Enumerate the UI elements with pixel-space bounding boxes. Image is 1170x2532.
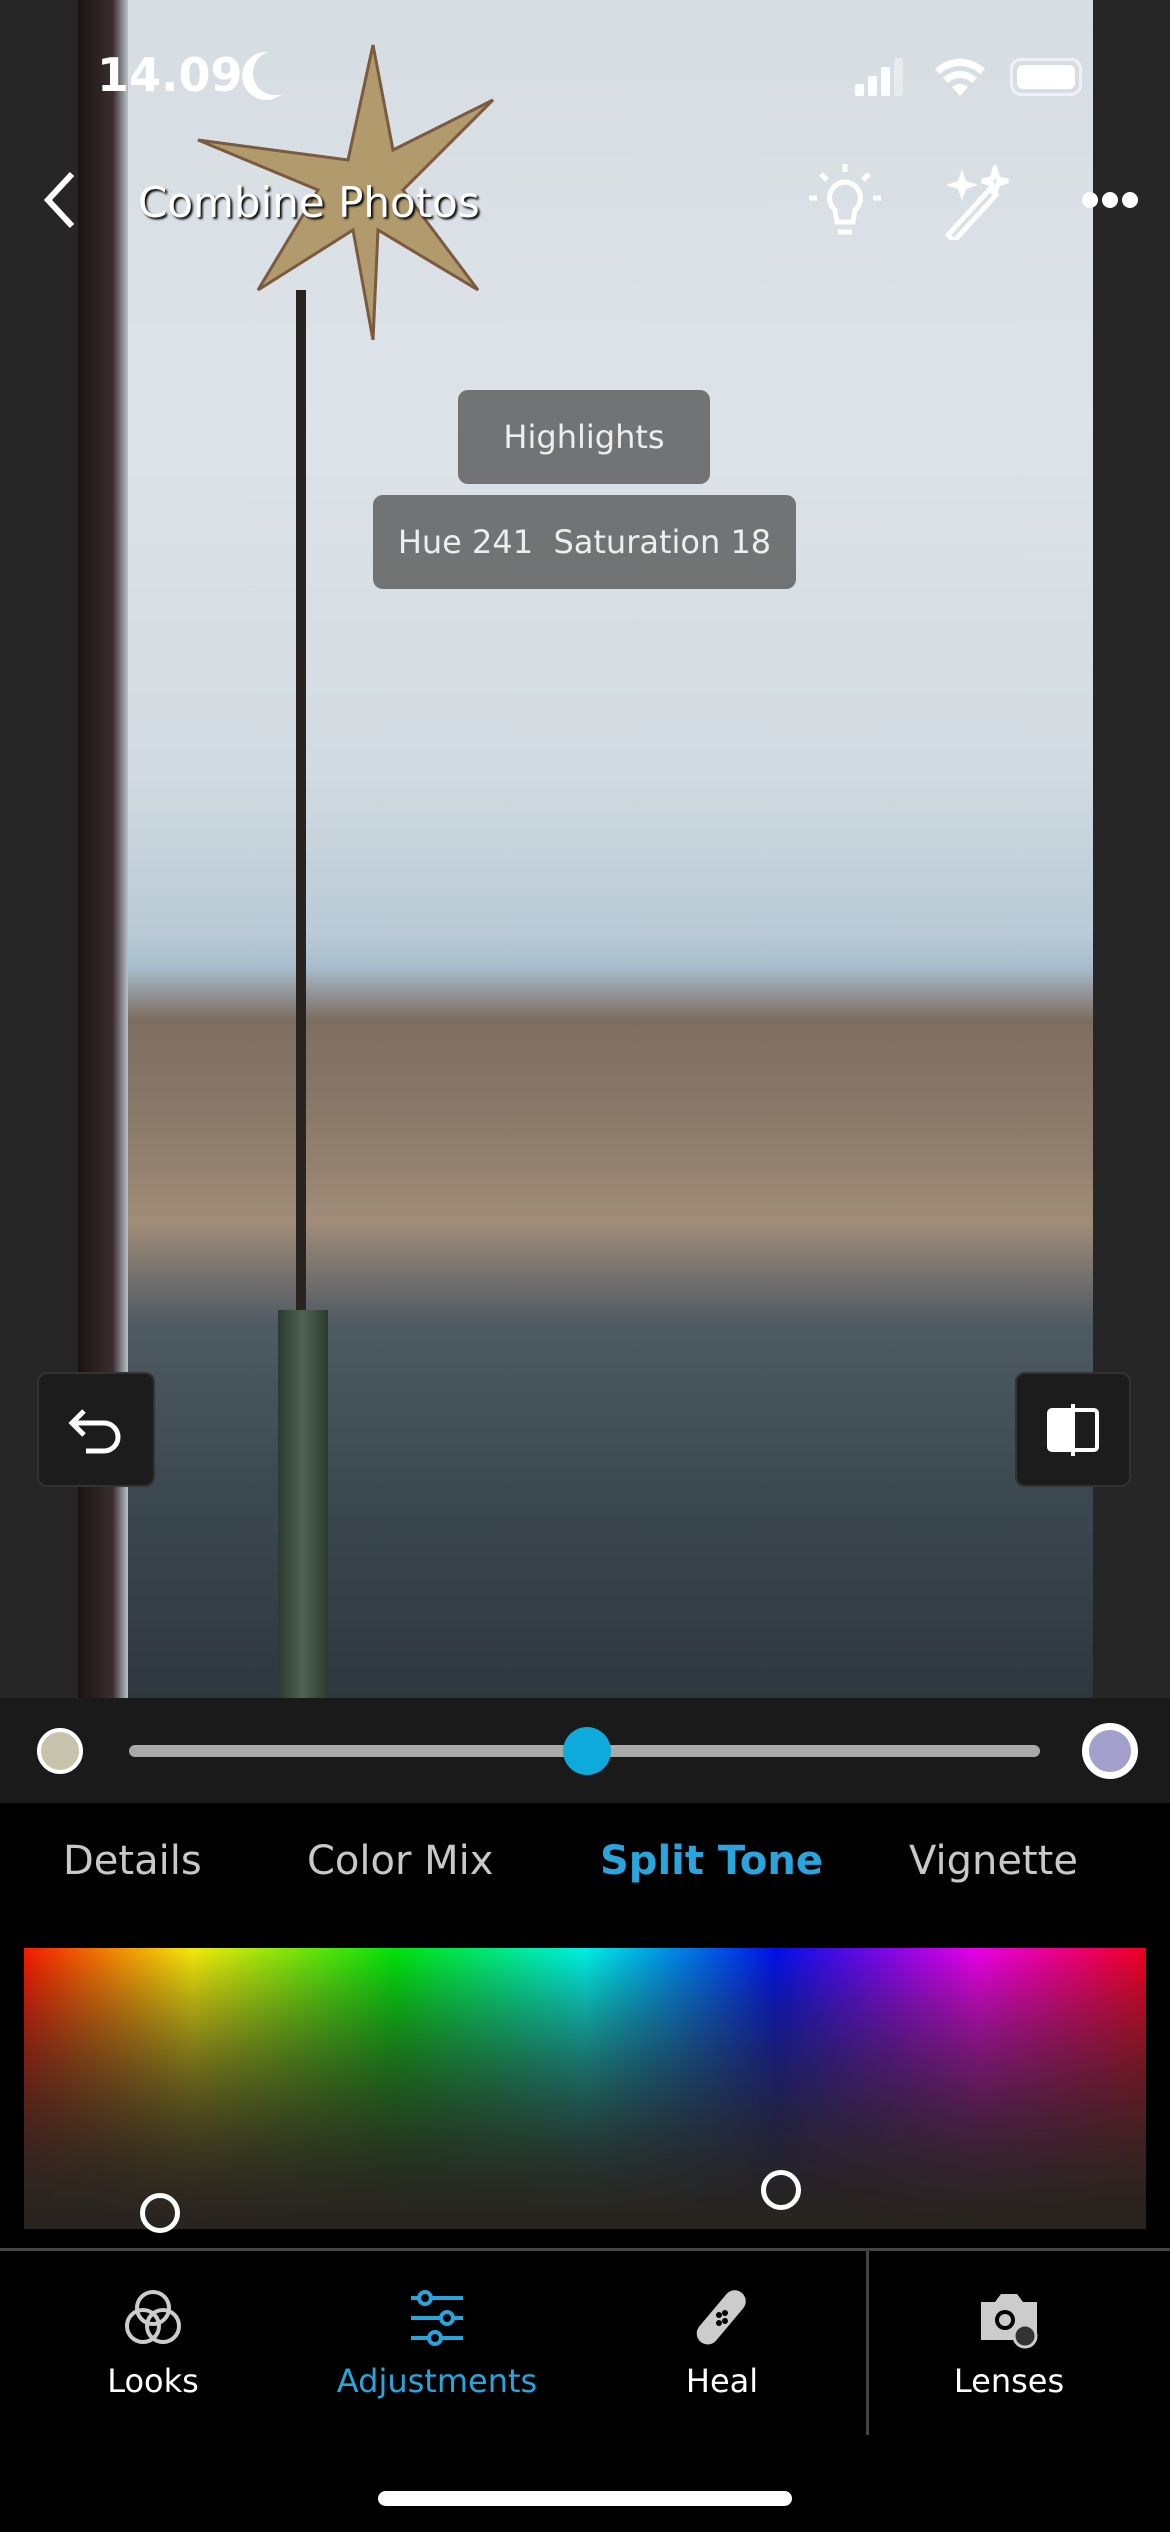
more-icon[interactable] [1080,188,1140,212]
nav-lenses-label[interactable]: Lenses [954,2362,1064,2400]
highlights-marker[interactable] [761,2170,801,2210]
shadows-color-swatch[interactable] [37,1728,83,1774]
undo-button[interactable] [37,1372,155,1487]
lightbulb-icon[interactable] [805,160,885,240]
nav-looks-label[interactable]: Looks [107,2362,199,2400]
tooltip-values: Hue 241 Saturation 18 [373,495,796,589]
spire [296,290,306,1390]
sliders-icon[interactable] [407,2288,467,2348]
tooltip-region: Highlights [458,390,710,484]
status-time: 14.09 [97,48,243,102]
header-title: Combine Photos [138,178,480,227]
balance-slider-thumb[interactable] [563,1727,611,1775]
wifi-icon [935,58,985,96]
shadows-marker[interactable] [140,2193,180,2233]
tab-details[interactable]: Details [63,1838,202,1884]
moon-icon [242,51,282,100]
hue-saturation-field[interactable] [24,1948,1146,2229]
bandage-icon[interactable] [692,2288,752,2348]
home-indicator[interactable] [378,2491,792,2506]
undo-icon [68,1408,121,1453]
photo-preview[interactable] [78,0,1093,1698]
nav-adjustments-label[interactable]: Adjustments [337,2362,537,2400]
tab-split-tone[interactable]: Split Tone [600,1838,823,1884]
highlights-color-swatch[interactable] [1082,1723,1138,1779]
spire-base [278,1310,328,1698]
compare-button[interactable] [1015,1372,1131,1487]
back-chevron-icon[interactable] [40,170,80,230]
camera-lens-icon[interactable] [977,2288,1041,2352]
battery-icon [1010,58,1082,96]
tab-vignette[interactable]: Vignette [909,1838,1078,1884]
signal-icon [855,58,903,96]
compare-icon [1047,1403,1099,1456]
magic-wand-icon[interactable] [940,165,1015,240]
looks-icon[interactable] [123,2288,183,2348]
tab-color-mix[interactable]: Color Mix [307,1838,493,1884]
nav-heal-label[interactable]: Heal [686,2362,758,2400]
